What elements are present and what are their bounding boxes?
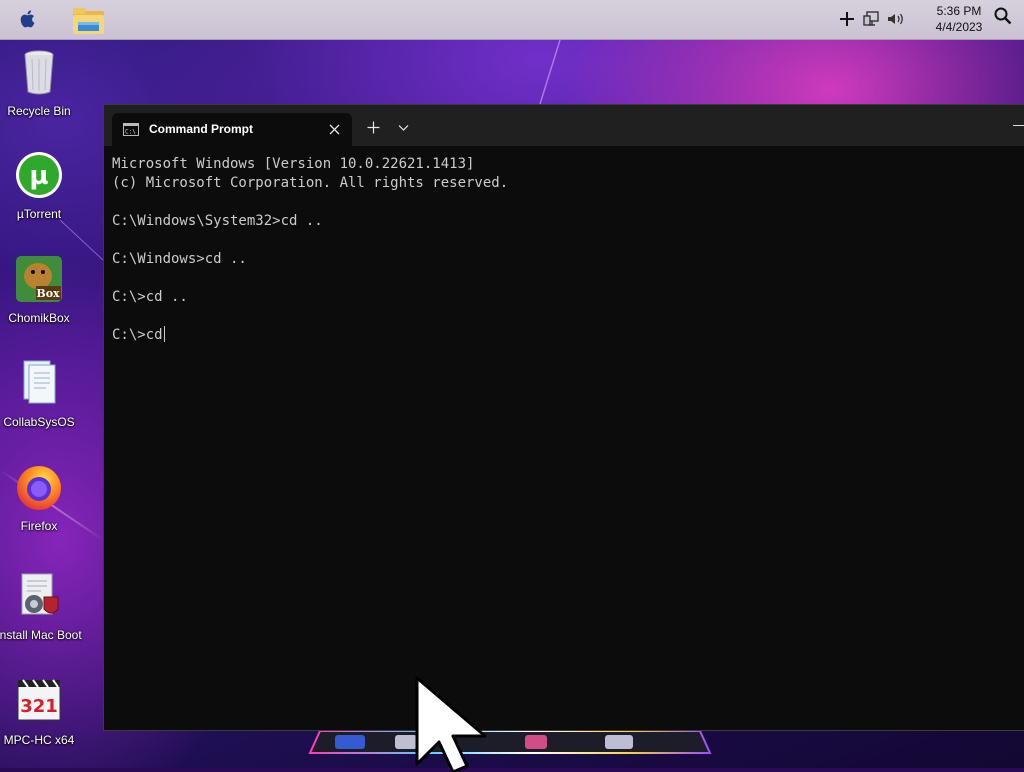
console-line: C:\Windows\System32>cd ..	[112, 213, 323, 229]
clock-time: 5:36 PM	[936, 4, 982, 18]
volume-icon[interactable]	[886, 10, 906, 28]
console-output[interactable]: Microsoft Windows [Version 10.0.22621.14…	[112, 155, 1024, 730]
plus-icon[interactable]	[838, 10, 856, 28]
desktop-icon-label: MPC-HC x64	[3, 733, 75, 747]
utorrent-icon: µ	[16, 152, 62, 198]
desktop-icon-utorrent[interactable]: µ µTorrent	[0, 150, 82, 222]
svg-text:321: 321	[20, 696, 58, 717]
desktop-icon-label: CollabSysOS	[3, 415, 75, 429]
tab-title: Command Prompt	[149, 122, 254, 136]
desktop-icon-label: Firefox	[20, 519, 58, 533]
installer-icon	[21, 573, 59, 615]
window-titlebar[interactable]: C:\ Command Prompt	[104, 105, 1024, 146]
dock	[308, 731, 712, 754]
desktop-icon-label: Recycle Bin	[7, 104, 71, 118]
new-tab-icon[interactable]	[367, 121, 380, 134]
minimize-button[interactable]	[1013, 125, 1024, 126]
desktop-icon-firefox[interactable]: Firefox	[0, 462, 82, 534]
apple-icon[interactable]	[17, 8, 39, 30]
desktop-icon-chomikbox[interactable]: Box ChomikBox	[0, 254, 82, 326]
desktop-icon-collabsysos[interactable]: CollabSysOS	[0, 358, 82, 430]
svg-text:Box: Box	[36, 287, 60, 300]
close-tab-icon[interactable]	[328, 123, 341, 136]
desktop-icon-label: Install Mac Boot	[0, 628, 82, 642]
network-icon[interactable]	[863, 10, 881, 28]
top-menu-bar: 5:36 PM 4/4/2023	[0, 0, 1024, 40]
command-prompt-window[interactable]: C:\ Command Prompt Microsoft Windows [Ve…	[103, 104, 1024, 731]
recycle-bin-icon	[24, 50, 54, 95]
document-icon	[23, 360, 56, 404]
console-line: C:\Windows>cd ..	[112, 251, 247, 267]
firefox-icon	[17, 466, 61, 510]
desktop-icon-label: ChomikBox	[8, 311, 70, 325]
svg-text:C:\: C:\	[125, 129, 136, 136]
command-prompt-icon: C:\	[123, 123, 139, 136]
desktop-icon-install-mac-boot[interactable]: Install Mac Boot	[0, 571, 82, 643]
console-line: Microsoft Windows [Version 10.0.22621.14…	[112, 156, 475, 172]
mouse-pointer-icon	[415, 676, 487, 772]
desktop-icon-label: µTorrent	[16, 207, 62, 221]
search-icon[interactable]	[993, 6, 1013, 26]
clock[interactable]: 5:36 PM 4/4/2023	[922, 3, 996, 35]
tab-command-prompt[interactable]: C:\ Command Prompt	[112, 113, 352, 146]
console-input-line[interactable]: C:\>cd	[112, 326, 1024, 345]
console-prompt-input[interactable]: C:\>cd	[112, 327, 163, 343]
file-explorer-icon[interactable]	[72, 6, 105, 36]
console-line: C:\>cd ..	[112, 289, 188, 305]
clock-date: 4/4/2023	[935, 20, 983, 34]
desktop-icon-mpc-hc[interactable]: 321 MPC-HC x64	[0, 676, 82, 748]
desktop-icon-recycle-bin[interactable]: Recycle Bin	[0, 47, 82, 119]
svg-text:µ: µ	[29, 161, 48, 191]
chomikbox-icon: Box	[16, 256, 62, 302]
chevron-down-icon[interactable]	[398, 124, 409, 132]
media-player-icon: 321	[17, 679, 61, 721]
text-cursor	[163, 326, 165, 342]
console-line: (c) Microsoft Corporation. All rights re…	[112, 175, 509, 191]
